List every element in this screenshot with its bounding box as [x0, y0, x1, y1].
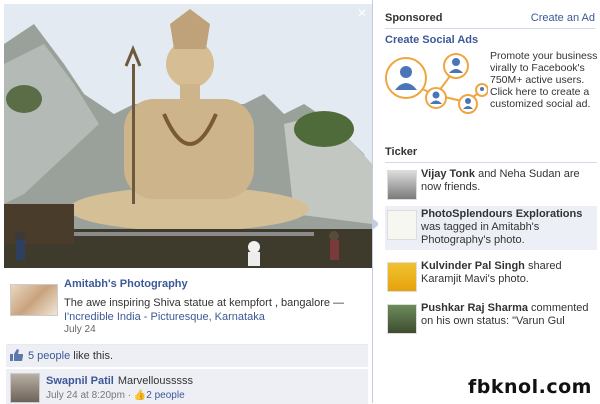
comment-likes-link[interactable]: 2 people [146, 390, 184, 401]
ticker-item[interactable]: Vijay Tonk and Neha Sudan are now friend… [385, 166, 597, 210]
right-sidebar: Sponsored Create an Ad Create Social Ads… [378, 0, 600, 403]
comment-row: Swapnil Patil Marvellousssss July 24 at 8… [6, 368, 368, 404]
ticker-item[interactable]: Kulvinder Pal Singh shared Karamjit Mavi… [385, 258, 597, 302]
caption-plain: The awe inspiring Shiva statue at kempfo… [64, 297, 345, 309]
photo-viewer: × Amitabh's Photography The awe inspirin… [0, 0, 373, 404]
ad-title-link[interactable]: Create Social Ads [385, 34, 478, 46]
ticker-text: Vijay Tonk and Neha Sudan are now friend… [421, 168, 597, 194]
caption-text: The awe inspiring Shiva statue at kempfo… [64, 296, 364, 324]
owner-avatar[interactable] [10, 284, 58, 316]
comment-author-avatar[interactable] [10, 373, 40, 403]
photo-image[interactable] [4, 4, 372, 268]
shiva-statue-illustration [4, 4, 372, 268]
ticker-item[interactable]: PhotoSplendours Explorations was tagged … [385, 206, 597, 250]
site-watermark: fbknol.com [468, 376, 592, 398]
comment-like-thumb-icon: 👍 [133, 390, 147, 401]
ticker-avatar [387, 170, 417, 200]
comment-text: Marvellousssss [117, 375, 194, 387]
close-icon[interactable]: × [352, 4, 372, 24]
ticker-avatar [387, 210, 417, 240]
ticker-text: PhotoSplendours Explorations was tagged … [421, 208, 597, 247]
ticker-name: Pushkar Raj Sharma [421, 302, 528, 314]
likes-suffix: like this. [70, 350, 114, 362]
social-ad-network-icon[interactable] [384, 50, 488, 118]
comment-author: Swapnil Patil Marvellousssss [46, 375, 193, 387]
ticker-avatar [387, 304, 417, 334]
photo-date[interactable]: July 24 [64, 324, 96, 335]
ticker-name: PhotoSplendours Explorations [421, 208, 583, 220]
likes-bar: 5 people like this. [6, 344, 368, 367]
ticker-name: Vijay Tonk [421, 168, 476, 180]
comment-time[interactable]: July 24 at 8:20pm · [46, 390, 134, 401]
ticker-text: Pushkar Raj Sharma commented on his own … [421, 302, 597, 328]
caption-album-link[interactable]: I'ncredible India - Picturesque, Karnata… [64, 311, 265, 323]
likes-count-link[interactable]: 5 people [28, 350, 70, 362]
comment-meta: July 24 at 8:20pm · 👍2 people [46, 390, 185, 401]
ticker-divider [385, 162, 597, 163]
ticker-avatar [387, 262, 417, 292]
comment-author-link[interactable]: Swapnil Patil [46, 375, 114, 387]
like-thumb-icon [10, 349, 23, 361]
sponsored-header: Sponsored Create an Ad [385, 12, 595, 29]
ticker-desc: was tagged in Amitabh's Photography's ph… [421, 221, 540, 246]
ticker-item[interactable]: Pushkar Raj Sharma commented on his own … [385, 300, 597, 344]
owner-name-link[interactable]: Amitabh's Photography [64, 278, 188, 290]
ad-body[interactable]: Promote your business virally to Faceboo… [490, 50, 598, 110]
sponsored-label: Sponsored [385, 12, 443, 24]
ticker-title: Ticker [385, 146, 418, 158]
ticker-name: Kulvinder Pal Singh [421, 260, 525, 272]
ticker-text: Kulvinder Pal Singh shared Karamjit Mavi… [421, 260, 597, 286]
create-ad-link[interactable]: Create an Ad [531, 12, 595, 24]
likes-text: 5 people like this. [28, 350, 113, 362]
